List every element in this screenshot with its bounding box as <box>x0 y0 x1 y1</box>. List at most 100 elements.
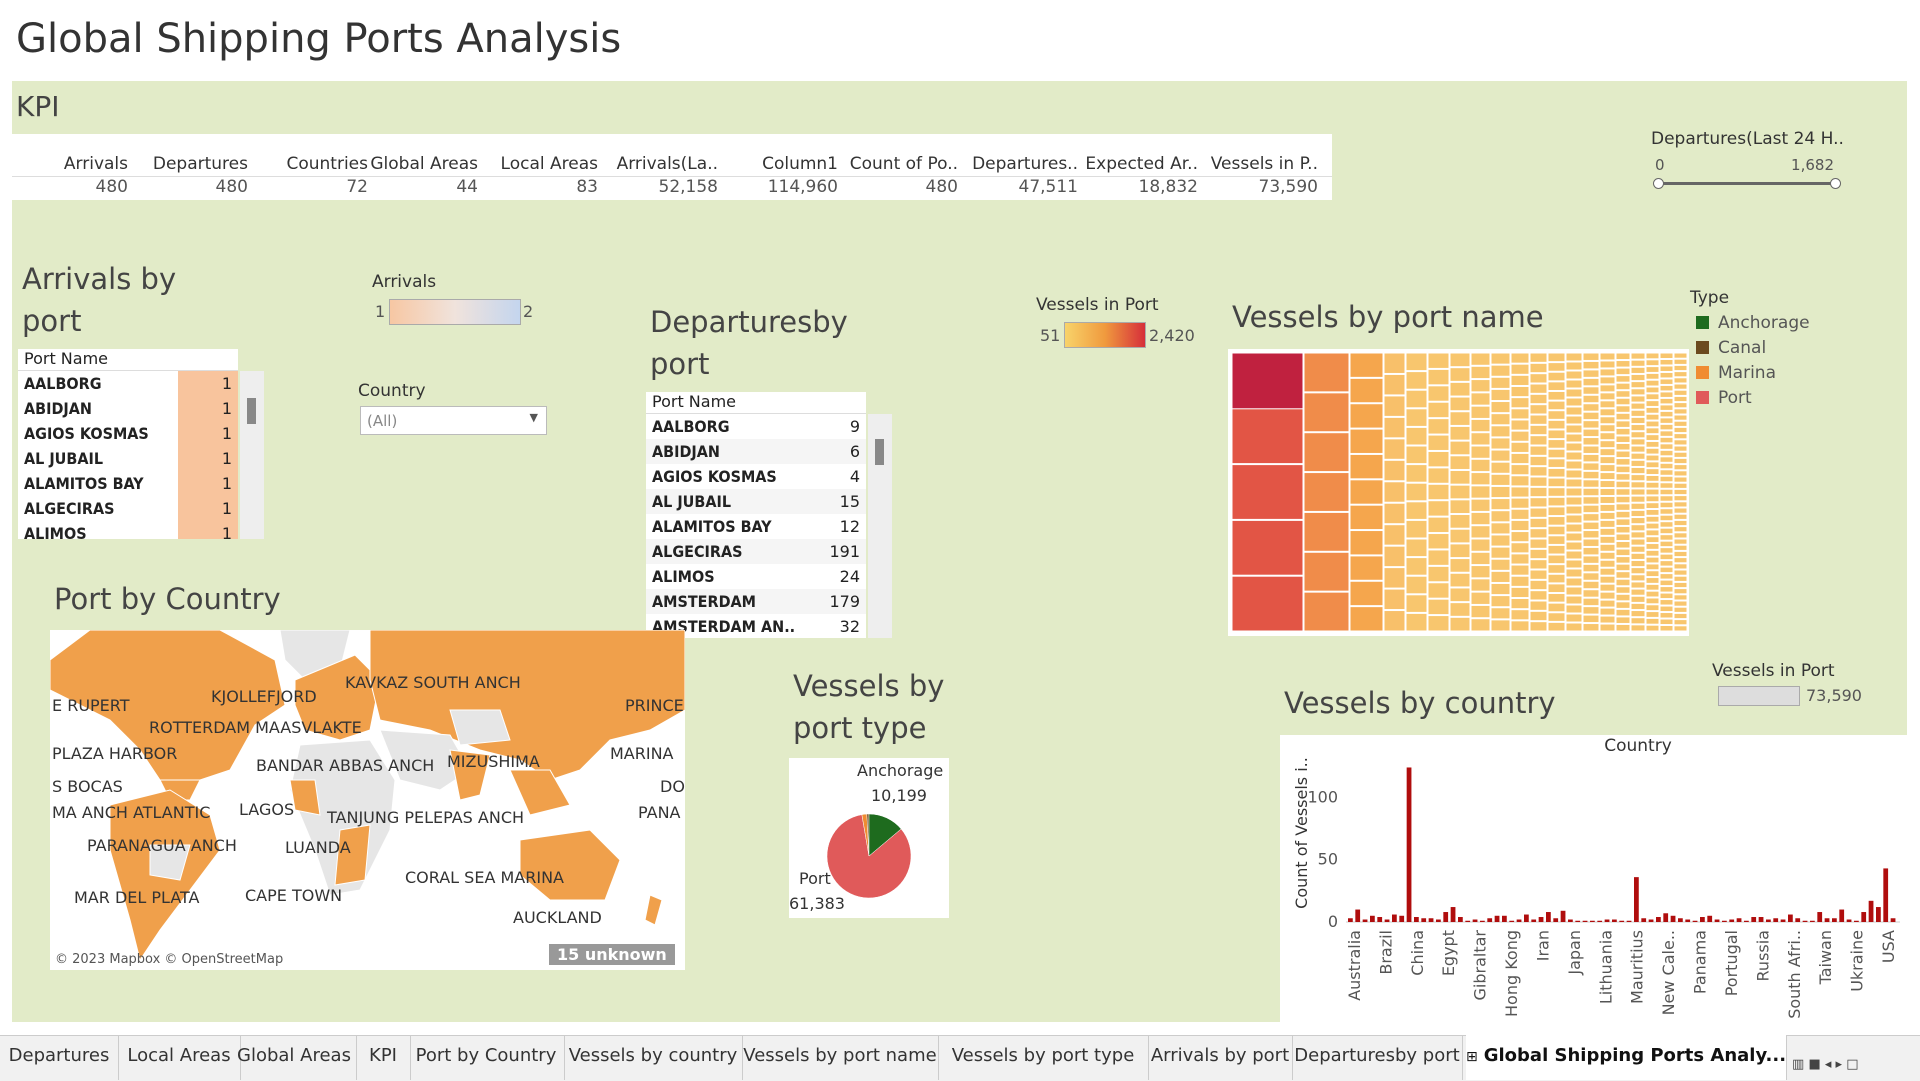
map-port-label[interactable]: CAPE TOWN <box>245 886 342 905</box>
treemap-cell[interactable] <box>1630 395 1646 403</box>
treemap-cell[interactable] <box>1615 442 1631 451</box>
bar[interactable] <box>1678 918 1683 922</box>
treemap-cell[interactable] <box>1673 526 1688 533</box>
tab-global-shipping-ports-analy[interactable]: ⊞ Global Shipping Ports Analy... <box>1466 1035 1787 1080</box>
treemap-cell[interactable] <box>1582 420 1600 429</box>
bar[interactable] <box>1868 900 1874 922</box>
table-row[interactable]: ALIMOS 1 <box>18 521 238 539</box>
treemap-cell[interactable] <box>1565 568 1583 578</box>
treemap-cell[interactable] <box>1405 371 1428 390</box>
map-port-label[interactable]: E RUPERT <box>52 696 130 715</box>
bar[interactable] <box>1370 915 1375 922</box>
treemap-cell[interactable] <box>1673 426 1688 434</box>
treemap-cell[interactable] <box>1529 610 1548 622</box>
treemap-cell[interactable] <box>1565 460 1583 470</box>
treemap-cell[interactable] <box>1673 476 1688 483</box>
treemap-cell[interactable] <box>1405 594 1428 613</box>
treemap-cell[interactable] <box>1673 389 1688 396</box>
treemap-cell[interactable] <box>1510 531 1530 543</box>
bar[interactable] <box>1751 917 1757 922</box>
treemap-cell[interactable] <box>1615 601 1631 609</box>
treemap-cell[interactable] <box>1565 397 1583 407</box>
treemap-cell[interactable] <box>1449 381 1471 397</box>
treemap-cell[interactable] <box>1547 410 1566 420</box>
treemap-cell[interactable] <box>1659 443 1674 450</box>
treemap-cell[interactable] <box>1645 624 1660 632</box>
kpi-column[interactable]: Arrivals 480 <box>12 134 132 200</box>
treemap-cell[interactable] <box>1582 521 1600 531</box>
treemap-cell[interactable] <box>1599 575 1616 584</box>
treemap-cell[interactable] <box>1470 458 1491 473</box>
treemap-cell[interactable] <box>1547 362 1566 372</box>
treemap-cell[interactable] <box>1673 600 1688 607</box>
treemap-cell[interactable] <box>1565 352 1583 362</box>
treemap-cell[interactable] <box>1510 575 1530 587</box>
treemap-cell[interactable] <box>1645 468 1660 475</box>
bar[interactable] <box>1502 915 1507 922</box>
treemap-cell[interactable] <box>1599 472 1616 481</box>
treemap-cell[interactable] <box>1383 502 1406 525</box>
treemap-cell[interactable] <box>1645 379 1660 387</box>
treemap-cell[interactable] <box>1630 402 1646 410</box>
treemap-cell[interactable] <box>1490 376 1511 389</box>
tab-kpi[interactable]: KPI <box>356 1035 411 1080</box>
map-port-label[interactable]: ROTTERDAM MAASVLAKTE <box>149 718 362 737</box>
departures-slider-filter[interactable]: Departures(Last 24 H.. 0 1,682 <box>1650 128 1860 198</box>
treemap-cell[interactable] <box>1547 525 1566 536</box>
treemap-cell[interactable] <box>1565 379 1583 389</box>
treemap-cell[interactable] <box>1630 409 1646 417</box>
treemap-cell[interactable] <box>1529 497 1548 508</box>
treemap-cell[interactable] <box>1673 507 1688 514</box>
treemap-cell[interactable] <box>1510 363 1530 375</box>
treemap-cell[interactable] <box>1449 616 1471 632</box>
treemap-cell[interactable] <box>1673 550 1688 558</box>
bar[interactable] <box>1641 918 1647 922</box>
treemap-cell[interactable] <box>1659 501 1674 509</box>
treemap-cell[interactable] <box>1427 483 1450 501</box>
bar[interactable] <box>1824 918 1830 922</box>
treemap-cell[interactable] <box>1405 612 1428 632</box>
treemap-cell[interactable] <box>1630 581 1646 589</box>
treemap-cell[interactable] <box>1427 467 1450 484</box>
treemap-cell[interactable] <box>1510 598 1530 610</box>
bar[interactable] <box>1861 912 1867 922</box>
treemap-cell[interactable] <box>1547 477 1566 488</box>
treemap-cell[interactable] <box>1582 360 1600 370</box>
treemap-cell[interactable] <box>1599 456 1616 465</box>
treemap-cell[interactable] <box>1449 543 1471 559</box>
treemap-cell[interactable] <box>1427 549 1450 566</box>
treemap-cell[interactable] <box>1547 439 1566 449</box>
treemap-cell[interactable] <box>1645 556 1660 564</box>
chevron-down-icon[interactable]: ▼ <box>530 411 538 424</box>
treemap-cell[interactable] <box>1615 593 1631 602</box>
treemap-cell[interactable] <box>1510 519 1530 532</box>
treemap-cell[interactable] <box>1673 377 1688 384</box>
treemap-cell[interactable] <box>1510 385 1530 398</box>
treemap-cell[interactable] <box>1383 481 1406 503</box>
treemap-cell[interactable] <box>1529 569 1548 580</box>
treemap-cell[interactable] <box>1659 469 1674 476</box>
treemap-cell[interactable] <box>1673 532 1688 539</box>
treemap-cell[interactable] <box>1659 534 1674 541</box>
treemap-cell[interactable] <box>1349 555 1384 581</box>
treemap-cell[interactable] <box>1615 412 1631 421</box>
treemap-cell[interactable] <box>1470 485 1491 499</box>
treemap-cell[interactable] <box>1529 435 1548 446</box>
tab-global-areas[interactable]: Global Areas <box>232 1035 357 1080</box>
treemap-cell[interactable] <box>1427 352 1450 369</box>
fullscreen-icon[interactable]: □ <box>1846 1057 1858 1072</box>
treemap-cell[interactable] <box>1405 482 1428 502</box>
bar[interactable] <box>1516 919 1522 922</box>
bar[interactable] <box>1722 920 1727 922</box>
treemap-cell[interactable] <box>1582 386 1600 395</box>
bar[interactable] <box>1421 918 1427 922</box>
treemap-cell[interactable] <box>1582 572 1600 581</box>
treemap-cell[interactable] <box>1599 448 1616 457</box>
treemap-cell[interactable] <box>1630 502 1646 510</box>
treemap-cell[interactable] <box>1349 428 1384 454</box>
treemap-cell[interactable] <box>1630 559 1646 568</box>
treemap-cell[interactable] <box>1673 495 1688 502</box>
treemap-cell[interactable] <box>1470 551 1491 566</box>
bar[interactable] <box>1736 918 1742 922</box>
treemap-cell[interactable] <box>1673 625 1688 632</box>
